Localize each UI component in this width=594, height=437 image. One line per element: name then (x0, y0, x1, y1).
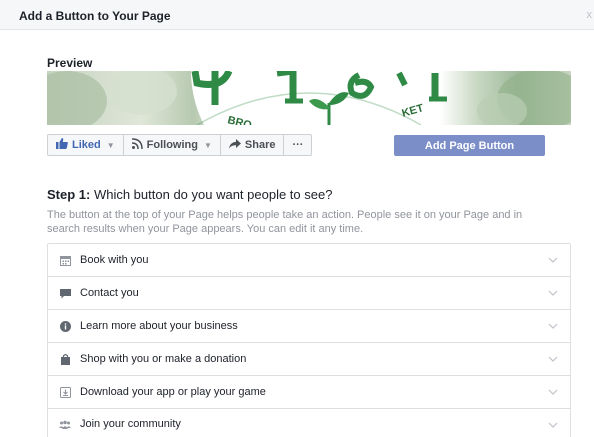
chevron-down-icon: ▼ (106, 140, 115, 150)
option-label: Contact you (80, 287, 139, 299)
chevron-down-icon: ▼ (203, 140, 212, 150)
step-description: The button at the top of your Page helps… (47, 209, 523, 235)
people-icon (59, 418, 71, 430)
step-question: Which button do you want people to see? (90, 187, 333, 202)
liked-button[interactable]: Liked ▼ (48, 135, 124, 155)
chevron-down-icon (548, 257, 558, 263)
option-contact[interactable]: Contact you (48, 277, 570, 310)
message-icon (59, 287, 71, 299)
liked-label: Liked (72, 139, 101, 151)
cover-photo: BRO KET (47, 71, 571, 125)
option-label: Join your community (80, 418, 181, 430)
close-button[interactable]: x (587, 9, 593, 21)
button-options-list: Book with you Contact you Learn more abo… (47, 243, 571, 437)
share-label: Share (244, 139, 276, 151)
calendar-icon (59, 254, 71, 266)
dialog-title: Add a Button to Your Page (19, 9, 171, 23)
info-icon (59, 320, 71, 332)
option-label: Download your app or play your game (80, 386, 266, 398)
more-icon: ··· (292, 139, 304, 151)
step-number: Step 1: (47, 187, 91, 202)
chevron-down-icon (548, 323, 558, 329)
share-arrow-icon (228, 138, 241, 152)
dialog-header: Add a Button to Your Page x (0, 0, 594, 30)
shopping-bag-icon (59, 353, 71, 365)
option-join-community[interactable]: Join your community (48, 409, 570, 437)
chevron-down-icon (548, 356, 558, 362)
download-icon (59, 386, 71, 398)
option-label: Shop with you or make a donation (80, 353, 247, 365)
option-shop[interactable]: Shop with you or make a donation (48, 343, 570, 376)
page-action-bar: Liked ▼ Following ▼ Share ··· (47, 134, 313, 156)
option-download[interactable]: Download your app or play your game (48, 376, 570, 409)
following-label: Following (146, 139, 198, 151)
more-options-button[interactable]: ··· (284, 135, 311, 155)
add-page-button[interactable]: Add Page Button (394, 135, 545, 156)
step-heading: Step 1: Which button do you want people … (47, 187, 332, 202)
share-button[interactable]: Share (221, 135, 285, 155)
chevron-down-icon (548, 290, 558, 296)
chevron-down-icon (548, 389, 558, 395)
option-label: Book with you (80, 254, 149, 266)
preview-label: Preview (47, 56, 93, 70)
option-book[interactable]: Book with you (48, 244, 570, 277)
cover-logo-graphic: BRO KET (47, 71, 571, 125)
rss-icon (131, 138, 143, 152)
option-learn-more[interactable]: Learn more about your business (48, 310, 570, 343)
thumbs-up-icon (56, 138, 68, 152)
option-label: Learn more about your business (80, 320, 238, 332)
following-button[interactable]: Following ▼ (124, 135, 221, 155)
chevron-down-icon (548, 422, 558, 428)
